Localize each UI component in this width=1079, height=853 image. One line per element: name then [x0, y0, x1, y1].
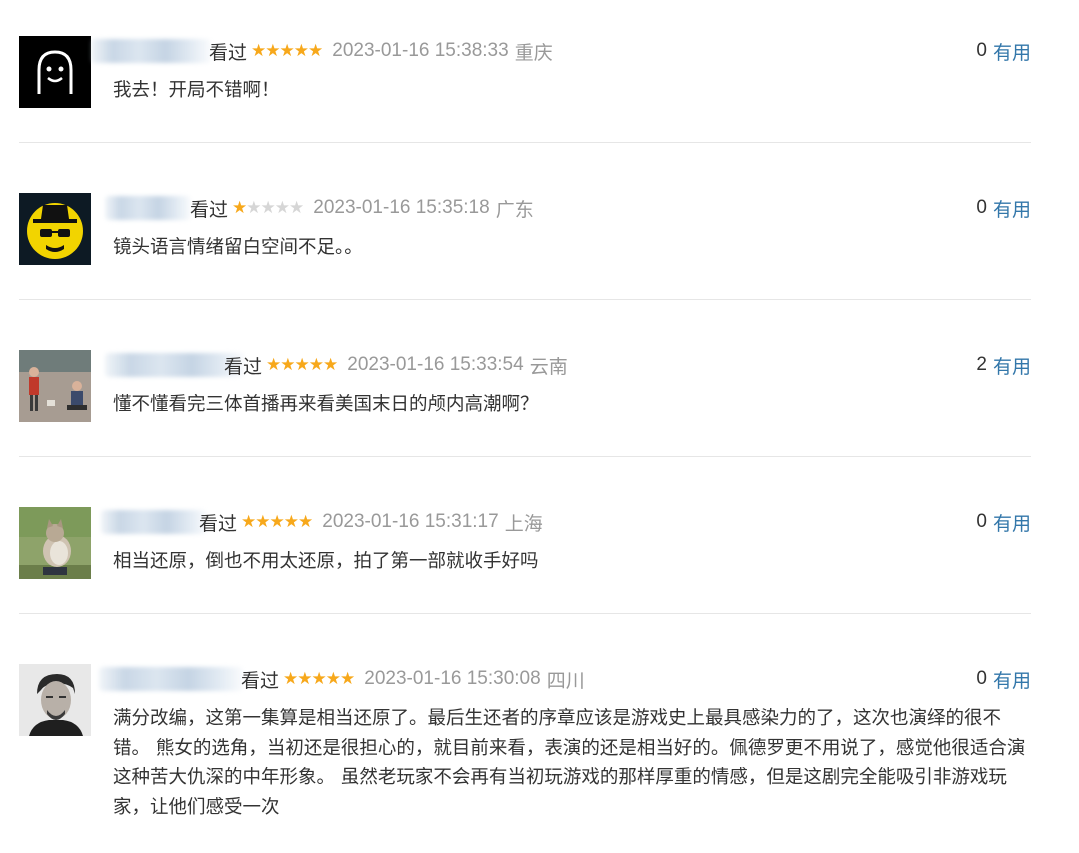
username-redacted[interactable]: [99, 667, 243, 691]
avatar[interactable]: [19, 507, 91, 579]
vote-count: 0: [976, 511, 987, 532]
avatar[interactable]: [19, 36, 91, 108]
comment-meta: 看过 ★ ★ ★ ★ ★ 2023-01-16 15:31:17 上海: [199, 509, 543, 535]
comment-item: 看过 ★ ★ ★ ★ ★ 2023-01-16 15:30:08 四川 0 有用 满分改…: [19, 664, 1031, 844]
heisenberg-face-icon: [19, 193, 91, 265]
avatar[interactable]: [19, 350, 91, 422]
vote-count: 0: [976, 668, 987, 689]
star-filled-icon: ★: [297, 668, 312, 689]
comment-meta: 看过 ★ ★ ★ ★ ★ 2023-01-16 15:38:33 重庆: [209, 38, 553, 64]
comment-meta: 看过 ★ ★ ★ ★ ★ 2023-01-16 15:30:08 四川: [241, 666, 585, 692]
comment-time: 2023-01-16 15:38:33: [332, 40, 509, 61]
street-kids-photo: [19, 350, 91, 422]
watched-label: 看过: [224, 355, 263, 378]
useful-button[interactable]: 有用: [993, 195, 1031, 222]
comment-location: 云南: [529, 355, 568, 378]
ghost-face-icon: [19, 36, 91, 108]
comment-text: 镜头语言情绪留白空间不足。。: [113, 237, 363, 258]
star-filled-icon: ★: [251, 40, 266, 61]
star-filled-icon: ★: [283, 668, 298, 689]
watched-label: 看过: [199, 512, 238, 535]
star-filled-icon: ★: [308, 40, 323, 61]
star-filled-icon: ★: [294, 354, 310, 375]
comment-text: 满分改编，这第一集算是相当还原了。最后生还者的序章应该是游戏史上最具感染力的了，…: [113, 708, 1026, 818]
comment-item: 看过 ★ ★ ★ ★ ★ 2023-01-16 15:35:18 广东 0 有用 镜头语…: [19, 193, 1031, 300]
vote-area: 0 有用: [976, 195, 1031, 221]
username-redacted[interactable]: [105, 196, 191, 220]
comment-meta: 看过 ★ ★ ★ ★ ★ 2023-01-16 15:35:18 广东: [190, 195, 534, 221]
comment-time: 2023-01-16 15:33:54: [347, 354, 524, 375]
watched-label: 看过: [241, 669, 280, 692]
comment-time: 2023-01-16 15:31:17: [322, 511, 499, 532]
avatar[interactable]: [19, 193, 91, 265]
comment-text: 相当还原，倒也不用太还原，拍了第一部就收手好吗: [113, 551, 539, 572]
vote-area: 2 有用: [976, 352, 1031, 378]
comment-item: 看过 ★ ★ ★ ★ ★ 2023-01-16 15:38:33 重庆 0 有用 我去！…: [19, 36, 1031, 143]
comment-item: 看过 ★ ★ ★ ★ ★ 2023-01-16 15:31:17 上海 0 有用 相当还…: [19, 507, 1031, 614]
watched-label: 看过: [209, 41, 248, 64]
comment-location: 上海: [504, 512, 543, 535]
star-rating: ★ ★ ★ ★ ★: [283, 668, 355, 689]
useful-button[interactable]: 有用: [993, 666, 1031, 693]
man-portrait-photo: [19, 664, 91, 736]
comment-time: 2023-01-16 15:30:08: [364, 668, 541, 689]
star-filled-icon: ★: [279, 40, 295, 61]
useful-button[interactable]: 有用: [993, 352, 1031, 379]
vote-count: 0: [976, 40, 987, 61]
avatar[interactable]: [19, 664, 91, 736]
comment-location: 重庆: [514, 41, 553, 64]
star-filled-icon: ★: [241, 511, 256, 532]
comment-location: 四川: [546, 669, 585, 692]
comment-text: 懂不懂看完三体首播再来看美国末日的颅内高潮啊？: [113, 394, 539, 415]
vote-area: 0 有用: [976, 666, 1031, 692]
star-rating: ★ ★ ★ ★ ★: [251, 40, 323, 61]
useful-button[interactable]: 有用: [993, 509, 1031, 536]
star-rating: ★ ★ ★ ★ ★: [241, 511, 313, 532]
star-filled-icon: ★: [266, 354, 281, 375]
star-filled-icon: ★: [265, 40, 280, 61]
star-filled-icon: ★: [308, 354, 324, 375]
star-filled-icon: ★: [280, 354, 295, 375]
comment-time: 2023-01-16 15:35:18: [313, 197, 490, 218]
username-redacted[interactable]: [91, 39, 211, 63]
star-filled-icon: ★: [340, 668, 355, 689]
star-filled-icon: ★: [298, 511, 313, 532]
star-empty-icon: ★: [260, 197, 276, 218]
comment-text: 我去！开局不错啊！: [113, 80, 280, 101]
star-empty-icon: ★: [289, 197, 304, 218]
comment-location: 广东: [495, 198, 534, 221]
vote-count: 0: [976, 197, 987, 218]
star-rating: ★ ★ ★ ★ ★: [266, 354, 338, 375]
useful-button[interactable]: 有用: [993, 38, 1031, 65]
comment-meta: 看过 ★ ★ ★ ★ ★ 2023-01-16 15:33:54 云南: [224, 352, 568, 378]
cat-photo: [19, 507, 91, 579]
star-filled-icon: ★: [255, 511, 270, 532]
vote-area: 0 有用: [976, 509, 1031, 535]
star-filled-icon: ★: [283, 511, 299, 532]
username-redacted[interactable]: [101, 510, 207, 534]
comment-item: 看过 ★ ★ ★ ★ ★ 2023-01-16 15:33:54 云南 2 有用 懂不懂…: [19, 350, 1031, 457]
vote-count: 2: [976, 354, 987, 375]
star-filled-icon: ★: [232, 197, 247, 218]
star-empty-icon: ★: [274, 197, 290, 218]
star-filled-icon: ★: [325, 668, 341, 689]
star-filled-icon: ★: [311, 668, 327, 689]
star-rating: ★ ★ ★ ★ ★: [232, 197, 304, 218]
star-filled-icon: ★: [269, 511, 285, 532]
star-filled-icon: ★: [293, 40, 309, 61]
star-filled-icon: ★: [323, 354, 338, 375]
vote-area: 0 有用: [976, 38, 1031, 64]
watched-label: 看过: [190, 198, 229, 221]
star-empty-icon: ★: [246, 197, 261, 218]
